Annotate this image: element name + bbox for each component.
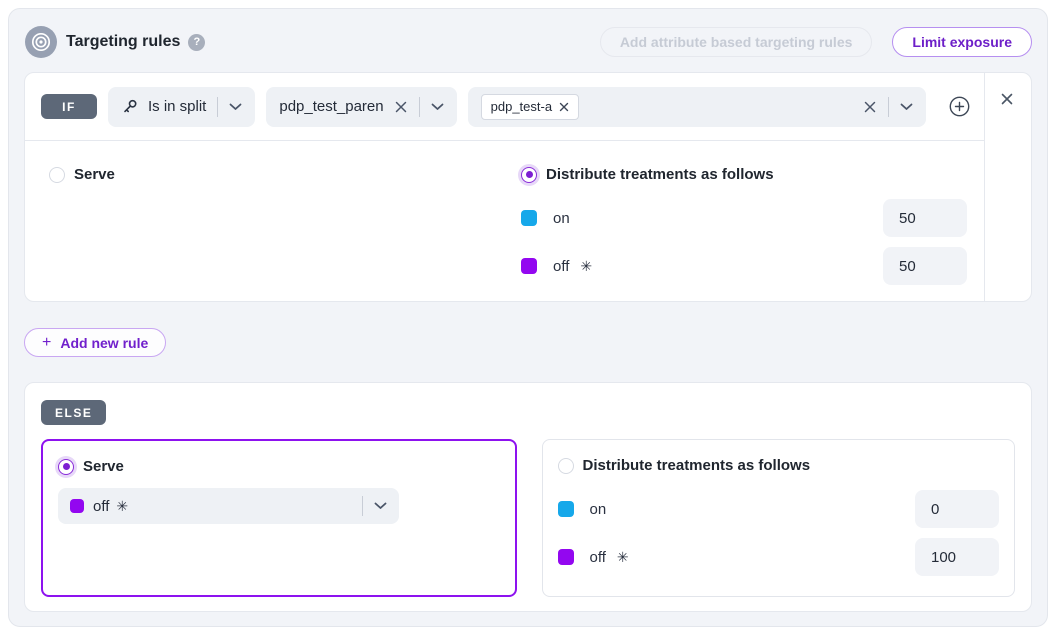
page-title: Targeting rules — [66, 33, 180, 51]
else-distribute-label: Distribute treatments as follows — [583, 457, 811, 474]
else-rule-card: ELSE Serve off ✳ — [24, 382, 1032, 612]
treatment-multiselect[interactable]: pdp_test-a — [468, 87, 926, 127]
serve-option[interactable]: Serve — [49, 166, 521, 183]
targeting-rules-panel: Targeting rules ? Add attribute based ta… — [8, 8, 1048, 627]
else-serve-label: Serve — [83, 458, 124, 475]
else-serve-radio-selected[interactable] — [58, 459, 74, 475]
treatment-off-swatch — [70, 499, 84, 513]
condition-row: IF Is in split pdp_test_par — [25, 73, 984, 141]
treatment-tag-label: pdp_test-a — [491, 99, 552, 114]
treatment-tag-chip[interactable]: pdp_test-a — [481, 94, 579, 120]
if-rule-card: IF Is in split pdp_test_par — [24, 72, 1032, 302]
treatment-off-swatch — [558, 549, 574, 565]
treatment-row-on: on 50 — [521, 199, 967, 237]
matcher-dropdown[interactable]: Is in split — [108, 87, 255, 127]
treatment-row-off: off ✳ 100 — [558, 538, 1000, 576]
limit-exposure-button[interactable]: Limit exposure — [892, 27, 1032, 57]
default-treatment-icon: ✳ — [116, 498, 128, 515]
remove-tag-icon[interactable] — [559, 102, 569, 112]
rule-card-aside — [984, 73, 1031, 301]
clear-split-icon[interactable] — [394, 100, 408, 114]
split-select-value: pdp_test_paren — [279, 98, 383, 115]
treatment-row-on: on 0 — [558, 490, 1000, 528]
serve-option-label: Serve — [74, 166, 115, 183]
else-serve-treatment-dropdown[interactable]: off ✳ — [58, 488, 399, 524]
else-distribute-option[interactable]: Distribute treatments as follows — [558, 457, 1000, 474]
treatment-name: off — [590, 549, 606, 566]
divider — [217, 97, 218, 117]
key-icon — [121, 98, 139, 116]
divider — [419, 97, 420, 117]
split-select-dropdown[interactable]: pdp_test_paren — [266, 87, 456, 127]
selected-treatment-name: off — [93, 498, 109, 515]
add-attribute-rules-button[interactable]: Add attribute based targeting rules — [600, 27, 873, 57]
serve-radio[interactable] — [49, 167, 65, 183]
treatment-off-swatch — [521, 258, 537, 274]
else-serve-panel[interactable]: Serve off ✳ — [41, 439, 517, 597]
chevron-down-icon[interactable] — [431, 103, 444, 111]
default-treatment-icon: ✳ — [617, 549, 629, 566]
matcher-label: Is in split — [148, 98, 206, 115]
else-distribute-radio[interactable] — [558, 458, 574, 474]
default-treatment-icon: ✳ — [580, 258, 592, 275]
chevron-down-icon[interactable] — [374, 502, 387, 510]
target-bullseye-icon — [25, 26, 57, 58]
clear-treatments-icon[interactable] — [863, 100, 877, 114]
serve-distribute-section: Serve Distribute treatments as follows o… — [25, 141, 984, 301]
treatment-name: on — [590, 501, 607, 518]
add-new-rule-label: Add new rule — [60, 335, 148, 351]
add-new-rule-button[interactable]: + Add new rule — [24, 328, 166, 357]
chevron-down-icon[interactable] — [229, 103, 242, 111]
treatment-name: off — [553, 258, 569, 275]
plus-icon: + — [42, 334, 51, 352]
if-badge: IF — [41, 94, 97, 119]
divider — [362, 496, 363, 516]
treatment-on-swatch — [558, 501, 574, 517]
treatment-percent-input[interactable]: 50 — [883, 247, 967, 285]
treatment-row-off: off ✳ 50 — [521, 247, 967, 285]
distribute-option-label: Distribute treatments as follows — [546, 166, 774, 183]
distribute-option[interactable]: Distribute treatments as follows — [521, 166, 967, 183]
divider — [888, 97, 889, 117]
help-icon[interactable]: ? — [188, 34, 205, 51]
treatment-percent-input[interactable]: 100 — [915, 538, 999, 576]
treatment-name: on — [553, 210, 570, 227]
delete-rule-icon[interactable] — [1000, 92, 1016, 108]
add-condition-icon[interactable] — [949, 96, 970, 117]
treatment-on-swatch — [521, 210, 537, 226]
else-serve-option[interactable]: Serve — [58, 458, 500, 475]
else-distribute-panel[interactable]: Distribute treatments as follows on 0 of… — [542, 439, 1016, 597]
chevron-down-icon[interactable] — [900, 103, 913, 111]
treatment-percent-input[interactable]: 0 — [915, 490, 999, 528]
distribute-radio-selected[interactable] — [521, 167, 537, 183]
else-badge: ELSE — [41, 400, 106, 425]
treatment-percent-input[interactable]: 50 — [883, 199, 967, 237]
panel-header: Targeting rules ? Add attribute based ta… — [9, 9, 1047, 58]
